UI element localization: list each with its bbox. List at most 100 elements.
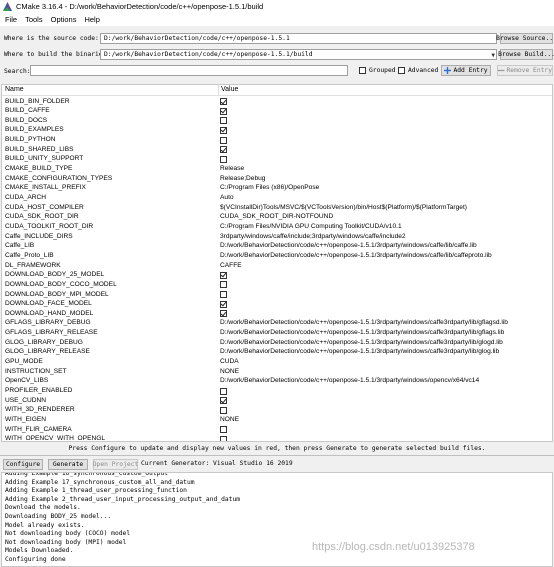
generate-button[interactable]: Generate [48,459,88,470]
cache-entry-value[interactable]: $(VCInstallDir)Tools/MSVC/$(VCToolsVersi… [220,204,467,211]
cache-entry-name: WITH_OPENCV_WITH_OPENGL [5,435,106,442]
menu-file[interactable]: File [0,15,21,24]
table-row[interactable]: CUDA_HOST_COMPILER $(VCInstallDir)Tools/M… [2,203,552,213]
table-row[interactable]: BUILD_BIN_FOLDER [2,97,552,107]
browse-source-button[interactable]: Browse Source... [496,33,554,44]
cache-entry-value[interactable]: Release [220,165,244,172]
column-divider[interactable] [218,85,219,96]
cache-entry-value[interactable]: NONE [220,416,239,423]
table-row[interactable]: GLOG_LIBRARY_DEBUG D:/work/BehaviorDetect… [2,338,552,348]
cache-entry-checkbox[interactable] [220,387,227,395]
cache-entry-checkbox[interactable] [220,117,227,125]
grouped-checkbox[interactable] [359,67,366,74]
cache-entry-name: GPU_MODE [5,358,43,366]
table-row[interactable]: WITH_OPENCV_WITH_OPENGL [2,435,552,442]
table-row[interactable]: Caffe_LIB D:/work/BehaviorDetection/code/… [2,242,552,252]
table-row[interactable]: OpenCV_LIBS D:/work/BehaviorDetection/cod… [2,377,552,387]
table-row[interactable]: BUILD_SHARED_LIBS [2,145,552,155]
cache-entry-value[interactable]: C:/Program Files (x86)/OpenPose [220,184,319,191]
cache-entry-value[interactable]: NONE [220,368,239,375]
cache-entry-value[interactable]: D:/work/BehaviorDetection/code/c++/openp… [220,377,479,384]
cache-entry-value[interactable]: CUDA [220,358,239,365]
output-line: Adding Example 2_thread_user_input_proce… [5,495,241,503]
cache-entry-checkbox[interactable] [220,406,227,414]
cache-entry-checkbox[interactable] [220,107,227,115]
cache-entry-checkbox[interactable] [220,300,227,308]
cache-entry-checkbox[interactable] [220,146,227,154]
cache-entry-checkbox[interactable] [220,281,227,289]
cache-entry-value[interactable]: 3rdparty/windows/caffe/include;3rdparty/… [220,233,406,240]
table-row[interactable]: CUDA_TOOLKIT_ROOT_DIR C:/Program Files/NV… [2,222,552,232]
open-project-button[interactable]: Open Project [93,459,138,470]
cache-entry-checkbox[interactable] [220,435,227,441]
cache-entry-checkbox[interactable] [220,291,227,298]
table-row[interactable]: BUILD_UNITY_SUPPORT [2,155,552,165]
table-row[interactable]: DOWNLOAD_BODY_MPI_MODEL [2,290,552,300]
table-row[interactable]: CMAKE_BUILD_TYPE Release [2,165,552,175]
table-row[interactable]: GFLAGS_LIBRARY_DEBUG D:/work/BehaviorDete… [2,319,552,329]
table-row[interactable]: WITH_3D_RENDERER [2,406,552,416]
cache-entry-checkbox[interactable] [220,136,227,144]
table-row[interactable]: Caffe_INCLUDE_DIRS 3rdparty/windows/caffe… [2,232,552,242]
source-input[interactable]: D:/work/BehaviorDetection/code/c++/openp… [100,33,497,44]
build-row: Where to build the binaries: D:/work/Beh… [0,48,554,61]
table-row[interactable]: GPU_MODE CUDA [2,358,552,368]
table-row[interactable]: CUDA_SDK_ROOT_DIR CUDA_SDK_ROOT_DIR-NOTFO… [2,213,552,223]
table-row[interactable]: BUILD_CAFFE [2,107,552,117]
cache-entry-value[interactable]: D:/work/BehaviorDetection/code/c++/openp… [220,348,499,355]
remove-entry-button[interactable]: Remove Entry [497,65,553,76]
table-row[interactable]: DOWNLOAD_BODY_25_MODEL [2,271,552,281]
table-row[interactable]: BUILD_DOCS [2,116,552,126]
chevron-down-icon[interactable]: ▼ [491,52,495,59]
cache-entry-checkbox[interactable] [220,155,227,163]
cache-entry-name: BUILD_SHARED_LIBS [5,145,74,153]
browse-build-button[interactable]: Browse Build... [498,49,554,60]
table-row[interactable]: WITH_FLIR_CAMERA [2,425,552,435]
name-column-header[interactable]: Name [5,86,24,93]
table-row[interactable]: BUILD_EXAMPLES [2,126,552,136]
table-row[interactable]: BUILD_PYTHON [2,136,552,146]
cache-entry-value[interactable]: D:/work/BehaviorDetection/code/c++/openp… [220,329,504,336]
advanced-checkbox[interactable] [398,67,405,74]
cache-entry-value[interactable]: Auto [220,194,234,201]
cache-entry-value[interactable]: D:/work/BehaviorDetection/code/c++/openp… [220,242,477,249]
configure-button[interactable]: Configure [3,459,43,470]
cache-entry-checkbox[interactable] [220,397,227,405]
menu-options[interactable]: Options [47,15,81,24]
table-row[interactable]: GLOG_LIBRARY_RELEASE D:/work/BehaviorDete… [2,348,552,358]
cache-entry-value[interactable]: D:/work/BehaviorDetection/code/c++/openp… [220,252,492,259]
table-row[interactable]: DOWNLOAD_FACE_MODEL [2,300,552,310]
cache-entry-name: USE_CUDNN [5,396,47,404]
table-row[interactable]: CUDA_ARCH Auto [2,194,552,204]
cache-entry-value[interactable]: D:/work/BehaviorDetection/code/c++/openp… [220,339,503,346]
cache-entry-checkbox[interactable] [220,271,227,279]
value-column-header[interactable]: Value [221,86,238,93]
cache-entry-value[interactable]: CAFFE [220,262,242,269]
cache-entry-value[interactable]: CUDA_SDK_ROOT_DIR-NOTFOUND [220,213,333,220]
search-input[interactable] [30,65,348,76]
table-row[interactable]: GFLAGS_LIBRARY_RELEASE D:/work/BehaviorDe… [2,329,552,339]
table-row[interactable]: PROFILER_ENABLED [2,387,552,397]
table-row[interactable]: WITH_EIGEN NONE [2,415,552,425]
cache-entry-checkbox[interactable] [220,310,227,318]
table-row[interactable]: DOWNLOAD_HAND_MODEL [2,309,552,319]
cache-entry-checkbox[interactable] [220,98,227,105]
table-row[interactable]: INSTRUCTION_SET NONE [2,367,552,377]
add-entry-button[interactable]: Add Entry [441,65,491,76]
cache-entry-value[interactable]: Release;Debug [220,175,265,182]
table-row[interactable]: Caffe_Proto_LIB D:/work/BehaviorDetection… [2,251,552,261]
table-row[interactable]: CMAKE_CONFIGURATION_TYPES Release;Debug [2,174,552,184]
build-combobox[interactable]: D:/work/BehaviorDetection/code/c++/openp… [100,49,497,60]
cache-entry-value[interactable]: C:/Program Files/NVIDIA GPU Computing To… [220,223,402,230]
cache-entry-checkbox[interactable] [220,126,227,134]
cache-entry-checkbox[interactable] [220,426,227,434]
menu-help[interactable]: Help [80,15,103,24]
table-row[interactable]: DOWNLOAD_BODY_COCO_MODEL [2,280,552,290]
table-row[interactable]: CMAKE_INSTALL_PREFIX C:/Program Files (x8… [2,184,552,194]
table-row[interactable]: DL_FRAMEWORK CAFFE [2,261,552,271]
current-generator: Current Generator: Visual Studio 16 2019 [141,460,293,467]
table-row[interactable]: USE_CUDNN [2,396,552,406]
menu-tools[interactable]: Tools [21,15,47,24]
cache-entry-value[interactable]: D:/work/BehaviorDetection/code/c++/openp… [220,319,508,326]
cache-entry-name: GLOG_LIBRARY_DEBUG [5,338,83,346]
